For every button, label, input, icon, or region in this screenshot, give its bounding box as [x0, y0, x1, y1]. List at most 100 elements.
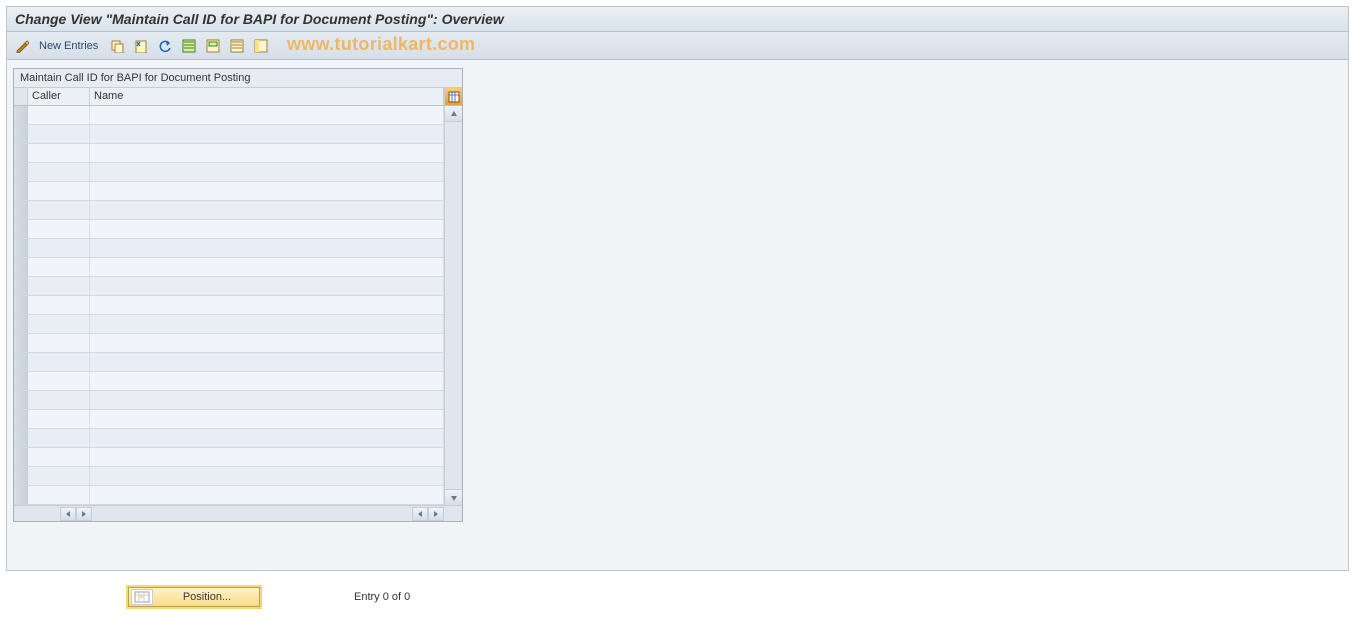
cell-name[interactable] [90, 201, 444, 219]
table-row[interactable] [14, 258, 444, 277]
cell-caller[interactable] [28, 353, 90, 371]
cell-caller[interactable] [28, 182, 90, 200]
table-row[interactable] [14, 391, 444, 410]
row-selector[interactable] [14, 220, 28, 238]
table-row[interactable] [14, 486, 444, 505]
cell-name[interactable] [90, 144, 444, 162]
cell-name[interactable] [90, 334, 444, 352]
cell-name[interactable] [90, 391, 444, 409]
row-selector[interactable] [14, 125, 28, 143]
row-selector[interactable] [14, 467, 28, 485]
table-row[interactable] [14, 182, 444, 201]
table-row[interactable] [14, 334, 444, 353]
undo-icon[interactable] [156, 37, 174, 55]
change-icon[interactable] [13, 37, 31, 55]
cell-caller[interactable] [28, 125, 90, 143]
table-row[interactable] [14, 467, 444, 486]
cell-name[interactable] [90, 277, 444, 295]
cell-name[interactable] [90, 372, 444, 390]
horizontal-scrollbar[interactable] [14, 505, 462, 521]
vertical-scrollbar[interactable] [444, 106, 462, 505]
table-row[interactable] [14, 277, 444, 296]
scroll-right-icon[interactable] [428, 507, 444, 521]
new-entries-button[interactable]: New Entries [39, 40, 98, 52]
cell-caller[interactable] [28, 486, 90, 504]
copy-icon[interactable] [108, 37, 126, 55]
scroll-up-icon[interactable] [445, 106, 462, 122]
table-row[interactable] [14, 201, 444, 220]
row-selector[interactable] [14, 410, 28, 428]
table-row[interactable] [14, 220, 444, 239]
cell-caller[interactable] [28, 467, 90, 485]
cell-name[interactable] [90, 448, 444, 466]
row-selector[interactable] [14, 391, 28, 409]
select-block-icon[interactable] [204, 37, 222, 55]
row-selector[interactable] [14, 258, 28, 276]
cell-name[interactable] [90, 296, 444, 314]
select-all-icon[interactable] [180, 37, 198, 55]
cell-caller[interactable] [28, 106, 90, 124]
cell-name[interactable] [90, 467, 444, 485]
scroll-left-icon[interactable] [412, 507, 428, 521]
column-header-name[interactable]: Name [90, 88, 444, 105]
cell-caller[interactable] [28, 163, 90, 181]
cell-name[interactable] [90, 315, 444, 333]
cell-name[interactable] [90, 429, 444, 447]
table-row[interactable] [14, 125, 444, 144]
row-selector[interactable] [14, 182, 28, 200]
table-row[interactable] [14, 144, 444, 163]
row-selector[interactable] [14, 372, 28, 390]
cell-caller[interactable] [28, 296, 90, 314]
position-button[interactable]: Position... [128, 587, 260, 607]
table-row[interactable] [14, 448, 444, 467]
column-header-caller[interactable]: Caller [28, 88, 90, 105]
table-row[interactable] [14, 410, 444, 429]
cell-name[interactable] [90, 220, 444, 238]
cell-name[interactable] [90, 106, 444, 124]
cell-caller[interactable] [28, 372, 90, 390]
cell-caller[interactable] [28, 201, 90, 219]
cell-name[interactable] [90, 125, 444, 143]
cell-caller[interactable] [28, 391, 90, 409]
cell-caller[interactable] [28, 220, 90, 238]
row-selector[interactable] [14, 144, 28, 162]
row-selector[interactable] [14, 334, 28, 352]
delete-icon[interactable] [132, 37, 150, 55]
cell-name[interactable] [90, 486, 444, 504]
table-settings-icon[interactable] [444, 88, 462, 105]
cell-caller[interactable] [28, 277, 90, 295]
deselect-all-icon[interactable] [228, 37, 246, 55]
cell-name[interactable] [90, 163, 444, 181]
scroll-down-icon[interactable] [445, 489, 462, 505]
scroll-right-next-icon[interactable] [76, 507, 92, 521]
table-row[interactable] [14, 315, 444, 334]
scroll-left-start-icon[interactable] [60, 507, 76, 521]
row-selector[interactable] [14, 486, 28, 504]
cell-name[interactable] [90, 258, 444, 276]
cell-caller[interactable] [28, 429, 90, 447]
cell-caller[interactable] [28, 315, 90, 333]
configure-icon[interactable] [252, 37, 270, 55]
row-selector[interactable] [14, 239, 28, 257]
grid-select-all-header[interactable] [14, 88, 28, 105]
row-selector[interactable] [14, 448, 28, 466]
row-selector[interactable] [14, 163, 28, 181]
row-selector[interactable] [14, 296, 28, 314]
row-selector[interactable] [14, 201, 28, 219]
cell-caller[interactable] [28, 258, 90, 276]
table-row[interactable] [14, 296, 444, 315]
cell-name[interactable] [90, 410, 444, 428]
table-row[interactable] [14, 163, 444, 182]
row-selector[interactable] [14, 429, 28, 447]
cell-name[interactable] [90, 182, 444, 200]
cell-caller[interactable] [28, 144, 90, 162]
row-selector[interactable] [14, 353, 28, 371]
table-row[interactable] [14, 239, 444, 258]
table-row[interactable] [14, 429, 444, 448]
cell-caller[interactable] [28, 334, 90, 352]
row-selector[interactable] [14, 106, 28, 124]
cell-name[interactable] [90, 353, 444, 371]
row-selector[interactable] [14, 315, 28, 333]
cell-name[interactable] [90, 239, 444, 257]
table-row[interactable] [14, 353, 444, 372]
